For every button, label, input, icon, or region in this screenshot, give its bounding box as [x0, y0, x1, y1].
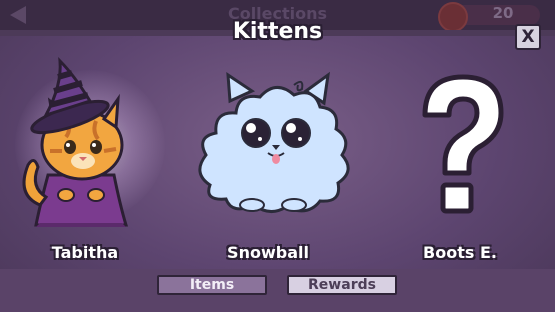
question-mark-icon	[422, 74, 504, 214]
collection-slot-tabitha[interactable]	[10, 55, 180, 235]
tab-items[interactable]: Items	[157, 275, 267, 295]
bottom-tab-bar	[0, 269, 555, 312]
kitten-name-boots: Boots E.	[423, 243, 497, 262]
collection-slot-boots[interactable]	[375, 55, 545, 235]
witch-cat-icon	[22, 57, 129, 227]
collection-slot-snowball[interactable]	[190, 55, 360, 235]
close-button[interactable]: X	[515, 24, 541, 50]
popup-title: Kittens	[232, 19, 323, 44]
collection-screen: Collections 20 Kittens X Tabitha Snowbal…	[0, 0, 555, 312]
kitten-name-tabitha: Tabitha	[51, 243, 119, 262]
kitten-name-snowball: Snowball	[227, 243, 309, 262]
tab-rewards[interactable]: Rewards	[287, 275, 397, 295]
fluffy-cat-icon	[198, 71, 350, 213]
